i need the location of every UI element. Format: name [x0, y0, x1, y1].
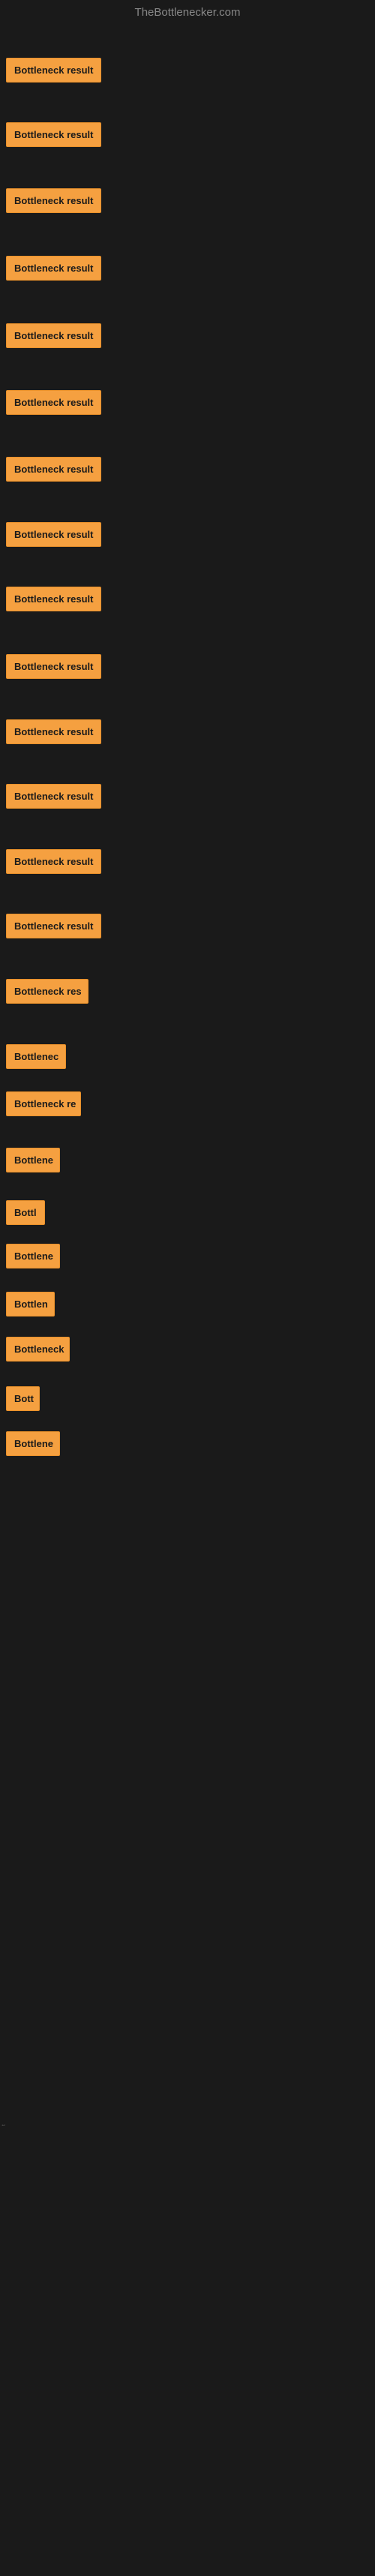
bottleneck-card-20[interactable]: Bottlen	[6, 1292, 55, 1317]
bottleneck-card-3[interactable]: Bottleneck result	[6, 256, 101, 281]
bottleneck-card-16[interactable]: Bottleneck re	[6, 1091, 81, 1116]
site-header: TheBottlenecker.com	[0, 0, 375, 26]
bottleneck-card-18[interactable]: Bottl	[6, 1200, 45, 1225]
bottleneck-card-13[interactable]: Bottleneck result	[6, 914, 101, 938]
bottleneck-card-4[interactable]: Bottleneck result	[6, 323, 101, 348]
bottleneck-card-17[interactable]: Bottlene	[6, 1148, 60, 1172]
bottleneck-card-14[interactable]: Bottleneck res	[6, 979, 88, 1004]
bottleneck-card-10[interactable]: Bottleneck result	[6, 719, 101, 744]
bottleneck-card-11[interactable]: Bottleneck result	[6, 784, 101, 809]
bottleneck-card-7[interactable]: Bottleneck result	[6, 522, 101, 547]
bottleneck-card-2[interactable]: Bottleneck result	[6, 188, 101, 213]
bottleneck-card-21[interactable]: Bottleneck	[6, 1337, 70, 1362]
bottleneck-card-22[interactable]: Bott	[6, 1386, 40, 1411]
bottleneck-card-1[interactable]: Bottleneck result	[6, 122, 101, 147]
bottleneck-card-8[interactable]: Bottleneck result	[6, 587, 101, 611]
tiny-label: t	[2, 2124, 7, 2126]
bottleneck-card-5[interactable]: Bottleneck result	[6, 390, 101, 415]
bottom-area: t	[0, 1526, 375, 2576]
bottleneck-card-15[interactable]: Bottlenec	[6, 1044, 66, 1069]
bottleneck-card-23[interactable]: Bottlene	[6, 1431, 60, 1456]
cards-container: Bottleneck result Bottleneck result Bottle…	[0, 26, 375, 1526]
bottleneck-card-6[interactable]: Bottleneck result	[6, 457, 101, 482]
bottleneck-card-19[interactable]: Bottlene	[6, 1244, 60, 1268]
bottleneck-card-12[interactable]: Bottleneck result	[6, 849, 101, 874]
bottleneck-card-9[interactable]: Bottleneck result	[6, 654, 101, 679]
site-title: TheBottlenecker.com	[135, 6, 241, 19]
bottleneck-card-0[interactable]: Bottleneck result	[6, 58, 101, 83]
